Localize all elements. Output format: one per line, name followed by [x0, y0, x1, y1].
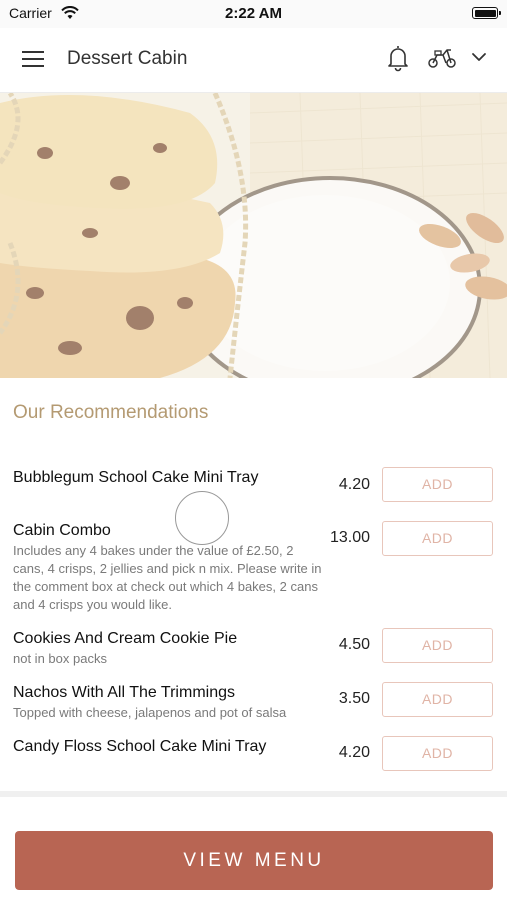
- bell-icon[interactable]: [386, 44, 410, 72]
- battery-icon: [472, 7, 501, 19]
- divider: [0, 791, 507, 797]
- item-name: Cabin Combo: [13, 522, 111, 539]
- item-description: not in box packs: [13, 651, 107, 666]
- item-price: 4.20: [338, 476, 370, 493]
- cookies-photo: [0, 93, 507, 378]
- item-description: Includes any 4 bakes under the value of …: [13, 543, 322, 612]
- view-menu-button[interactable]: VIEW MENU: [15, 831, 493, 890]
- item-name: Candy Floss School Cake Mini Tray: [13, 738, 267, 755]
- menu-icon[interactable]: [22, 50, 46, 68]
- add-button[interactable]: ADD: [382, 521, 493, 556]
- add-button[interactable]: ADD: [382, 682, 493, 717]
- app-header: Dessert Cabin: [0, 28, 507, 93]
- item-name: Nachos With All The Trimmings: [13, 684, 235, 701]
- item-price: 4.50: [338, 636, 370, 653]
- add-button[interactable]: ADD: [382, 736, 493, 771]
- item-name: Bubblegum School Cake Mini Tray: [13, 469, 259, 486]
- add-button[interactable]: ADD: [382, 467, 493, 502]
- section-title: Our Recommendations: [13, 402, 209, 423]
- item-name: Cookies And Cream Cookie Pie: [13, 630, 238, 647]
- item-description: Topped with cheese, jalapenos and pot of…: [13, 705, 287, 720]
- page-title: Dessert Cabin: [67, 48, 188, 69]
- hero-image: [0, 93, 507, 378]
- touch-indicator: [175, 491, 229, 545]
- item-price: 13.00: [329, 529, 370, 546]
- status-bar: Carrier 2:22 AM: [0, 0, 507, 28]
- clock: 2:22 AM: [225, 5, 282, 22]
- add-button[interactable]: ADD: [382, 628, 493, 663]
- scooter-icon[interactable]: [427, 47, 457, 69]
- item-price: 4.20: [338, 744, 370, 761]
- item-price: 3.50: [338, 690, 370, 707]
- chevron-down-icon[interactable]: [471, 51, 487, 63]
